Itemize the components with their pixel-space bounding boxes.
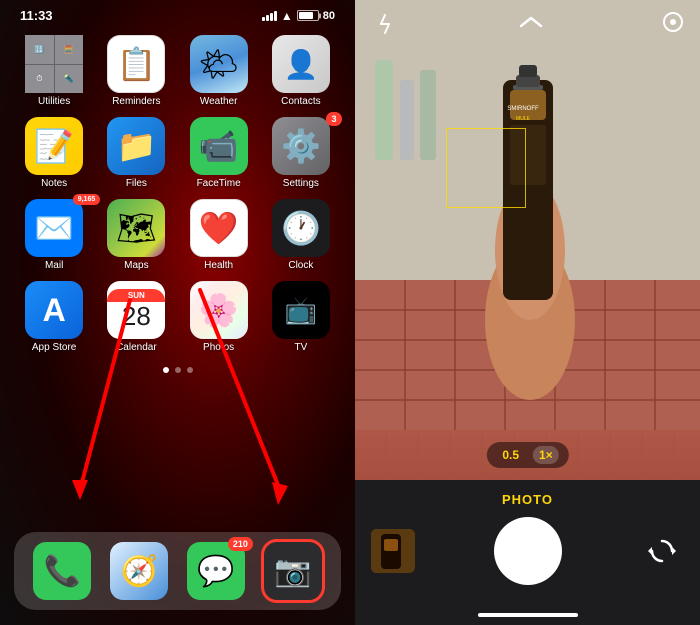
app-label-utilities: Utilities [38,96,70,107]
app-maps[interactable]: 🗺 Maps [100,199,172,271]
svg-text:MULE: MULE [516,116,531,122]
app-label-tv: TV [294,342,307,353]
status-icons: ▲ 80 [262,9,335,23]
app-notes[interactable]: 📝 Notes [18,117,90,189]
page-dot-1 [163,367,169,373]
app-appstore[interactable]: A App Store [18,281,90,353]
focus-rectangle [446,128,526,208]
app-label-files: Files [126,178,147,189]
camera-live-icon[interactable] [662,11,684,38]
dock-safari[interactable]: 🧭 [110,542,168,600]
home-bar [478,613,578,617]
flip-camera-button[interactable] [640,529,684,573]
signal-icon [262,11,277,21]
dock-camera[interactable]: 📷 [264,542,322,600]
app-label-calendar: Calendar [116,342,157,353]
app-tv[interactable]: 📺 TV [265,281,337,353]
zoom-05-button[interactable]: 0.5 [496,446,525,464]
zoom-1x-button[interactable]: 1× [533,446,559,464]
camera-bottom-controls: PHOTO [355,480,700,605]
app-label-facetime: FaceTime [197,178,241,189]
mail-badge: 9,165 [73,194,101,205]
zoom-controls: 0.5 1× [486,442,568,468]
svg-text:SMIRNOFF: SMIRNOFF [507,106,539,112]
app-label-contacts: Contacts [281,96,320,107]
status-bar: 11:33 ▲ 80 [0,0,355,27]
app-label-appstore: App Store [32,342,76,353]
battery-percent: 80 [323,10,335,22]
app-calendar[interactable]: SUN 28 Calendar [100,281,172,353]
camera-controls-row [371,517,684,585]
app-utilities[interactable]: 🔢 🧮 ⏱ 🔦 Utilities [18,35,90,107]
camera-screen: SMIRNOFF MULE 0.5 1× [355,0,700,625]
app-photos[interactable]: 🌸 Photos [183,281,255,353]
app-contacts[interactable]: 👤 Contacts [265,35,337,107]
app-label-mail: Mail [45,260,63,271]
dock-phone[interactable]: 📞 [33,542,91,600]
app-label-health: Health [204,260,233,271]
app-label-maps: Maps [124,260,148,271]
app-health[interactable]: ❤️ Health [183,199,255,271]
app-reminders[interactable]: 📋 Reminders [100,35,172,107]
app-settings[interactable]: ⚙️ 3 Settings [265,117,337,189]
app-mail[interactable]: ✉️ 9,165 Mail [18,199,90,271]
time: 11:33 [20,8,53,23]
camera-mode-label: PHOTO [371,492,684,507]
app-label-weather: Weather [200,96,238,107]
app-label-notes: Notes [41,178,67,189]
apps-grid: 🔢 🧮 ⏱ 🔦 Utilities 📋 Reminders 🌤 Weather … [0,27,355,361]
camera-chevron-up[interactable] [519,14,543,35]
page-dot-2 [175,367,181,373]
camera-viewfinder: SMIRNOFF MULE 0.5 1× [355,0,700,480]
iphone-home-screen: 11:33 ▲ 80 🔢 🧮 ⏱ [0,0,355,625]
home-indicator [355,605,700,625]
battery-icon [297,10,319,21]
app-label-clock: Clock [288,260,313,271]
app-clock[interactable]: 🕐 Clock [265,199,337,271]
messages-badge: 210 [228,537,253,551]
camera-top-bar [355,0,700,48]
dock: 📞 🧭 💬 210 📷 [14,532,341,610]
camera-photo-bg: SMIRNOFF MULE [355,0,700,480]
utilities-icon: 🔢 🧮 ⏱ 🔦 [25,35,83,93]
flash-icon[interactable] [371,10,399,38]
settings-badge: 3 [326,112,342,126]
app-facetime[interactable]: 📹 FaceTime [183,117,255,189]
camera-thumbnail[interactable] [371,529,415,573]
shutter-button[interactable] [494,517,562,585]
app-weather[interactable]: 🌤 Weather [183,35,255,107]
app-files[interactable]: 📁 Files [100,117,172,189]
wifi-icon: ▲ [281,9,293,23]
app-label-settings: Settings [283,178,319,189]
page-dots [0,367,355,373]
page-dot-3 [187,367,193,373]
app-label-photos: Photos [203,342,234,353]
app-label-reminders: Reminders [112,96,160,107]
dock-messages[interactable]: 💬 210 [187,542,245,600]
camera-highlight-box [261,539,325,603]
